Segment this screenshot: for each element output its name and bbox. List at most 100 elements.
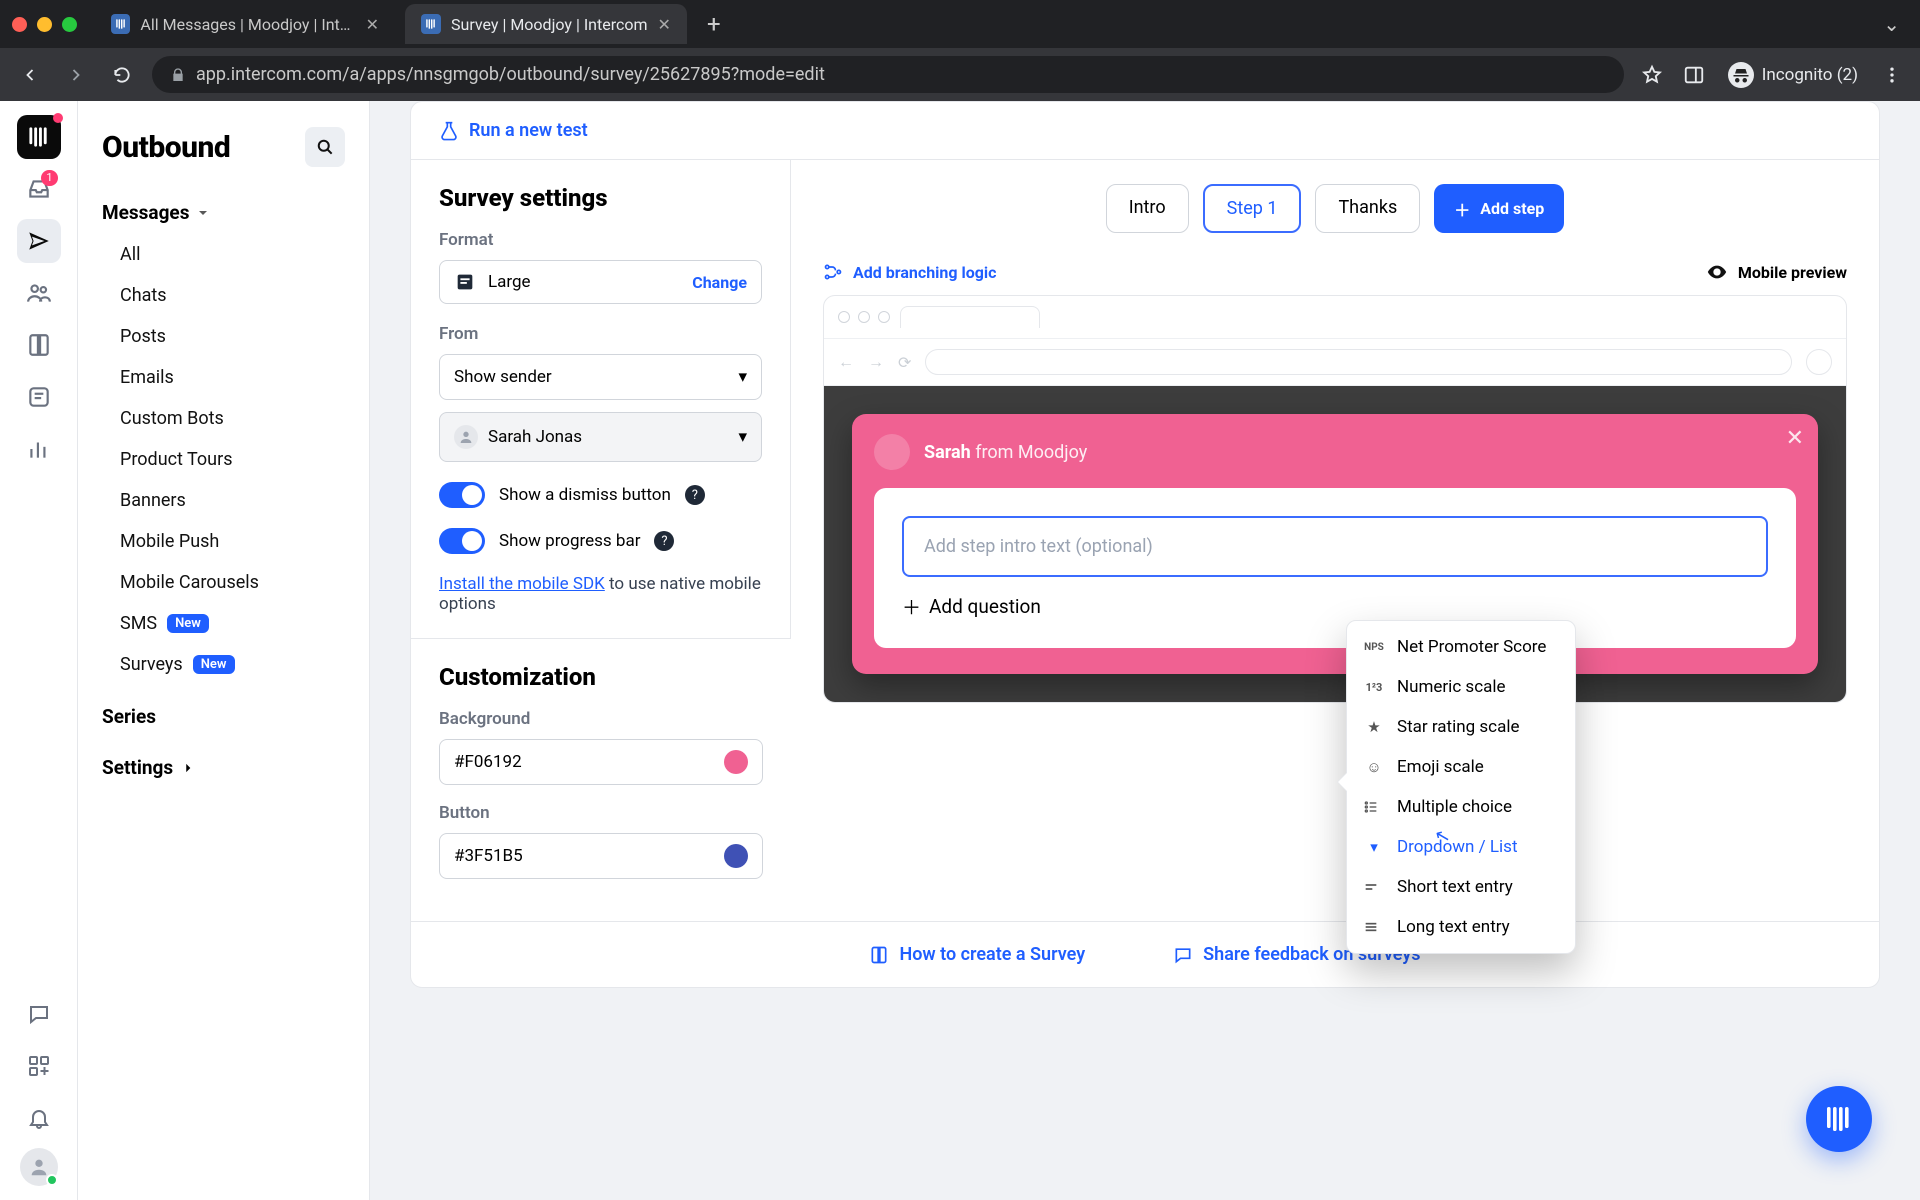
- tab-close-icon[interactable]: ✕: [366, 15, 379, 34]
- mock-dot-icon: [878, 311, 890, 323]
- app-root: 1: [0, 101, 1920, 1200]
- q-type-label: Short text entry: [1397, 877, 1513, 897]
- tab-strip: All Messages | Moodjoy | Interc ✕ Survey…: [0, 0, 1920, 48]
- howto-link[interactable]: How to create a Survey: [869, 944, 1085, 965]
- q-type-numeric[interactable]: 1²3 Numeric scale: [1347, 667, 1575, 707]
- sidebar-item-product-tours[interactable]: Product Tours: [86, 439, 361, 480]
- background-color-field[interactable]: #F06192: [439, 739, 763, 785]
- sidebar-item-chats[interactable]: Chats: [86, 275, 361, 316]
- new-tab-button[interactable]: +: [697, 10, 731, 38]
- sender-select[interactable]: Sarah Jonas ▾: [439, 412, 762, 462]
- nav-reload-icon[interactable]: [106, 59, 138, 91]
- sidebar-link-label: Series: [102, 705, 156, 728]
- sender-name: Sarah: [924, 442, 971, 463]
- help-icon[interactable]: ?: [654, 531, 674, 551]
- step-thanks[interactable]: Thanks: [1315, 184, 1420, 233]
- sidebar-item-sms[interactable]: SMS New: [86, 603, 361, 644]
- rail-avatar[interactable]: [20, 1148, 58, 1186]
- eye-icon: [1706, 261, 1728, 283]
- show-sender-select[interactable]: Show sender ▾: [439, 354, 762, 400]
- help-icon[interactable]: ?: [685, 485, 705, 505]
- question-type-menu[interactable]: NPS Net Promoter Score 1²3 Numeric scale…: [1346, 620, 1576, 954]
- chevron-down-icon: ▾: [738, 367, 747, 387]
- panel-icon[interactable]: [1680, 61, 1708, 89]
- q-type-long-text[interactable]: Long text entry: [1347, 907, 1575, 947]
- nav-forward-icon[interactable]: [60, 59, 92, 91]
- sidebar-item-all[interactable]: All: [86, 234, 361, 275]
- rail-outbound[interactable]: [17, 219, 61, 263]
- window-close[interactable]: [12, 17, 27, 32]
- main-canvas: Run a new test Survey settings Format: [370, 101, 1920, 1200]
- browser-menu-icon[interactable]: [1878, 61, 1906, 89]
- rail-articles[interactable]: [17, 323, 61, 367]
- button-color-field[interactable]: #3F51B5: [439, 833, 763, 879]
- url-field[interactable]: app.intercom.com/a/apps/nnsgmgob/outboun…: [152, 56, 1624, 93]
- nav-rail: 1: [0, 101, 78, 1200]
- browser-tab-1[interactable]: Survey | Moodjoy | Intercom ✕: [405, 4, 687, 44]
- rail-notifications[interactable]: [17, 1096, 61, 1140]
- add-step-button[interactable]: ＋ Add step: [1434, 184, 1564, 233]
- q-type-dropdown[interactable]: ▾ Dropdown / List ↖: [1347, 827, 1575, 867]
- add-question-button[interactable]: ＋ Add question: [902, 593, 1768, 620]
- sidebar-settings[interactable]: Settings: [78, 742, 369, 793]
- browser-tab-0[interactable]: All Messages | Moodjoy | Interc ✕: [95, 4, 395, 44]
- step-1[interactable]: Step 1: [1203, 184, 1302, 233]
- lock-icon: [170, 67, 186, 83]
- sidebar-title: Outbound: [102, 130, 230, 165]
- customization-panel: Customization Background #F06192 Button …: [411, 638, 791, 921]
- sidebar-section-label: Messages: [102, 201, 189, 224]
- q-type-nps[interactable]: NPS Net Promoter Score: [1347, 627, 1575, 667]
- sidebar-series[interactable]: Series: [78, 691, 369, 742]
- messenger-fab[interactable]: [1806, 1086, 1872, 1152]
- rail-messenger[interactable]: [17, 992, 61, 1036]
- mock-tab: [900, 306, 1040, 328]
- q-type-short-text[interactable]: Short text entry: [1347, 867, 1575, 907]
- q-type-label: Net Promoter Score: [1397, 637, 1546, 657]
- sidebar-item-label: Custom Bots: [120, 408, 224, 429]
- branching-label: Add branching logic: [853, 263, 996, 282]
- sidebar-item-custom-bots[interactable]: Custom Bots: [86, 398, 361, 439]
- incognito-indicator[interactable]: Incognito (2): [1722, 62, 1864, 88]
- sidebar-item-surveys[interactable]: Surveys New: [86, 644, 361, 685]
- survey-close-icon[interactable]: ✕: [1786, 426, 1804, 451]
- tab-overflow-icon[interactable]: ⌄: [1875, 12, 1908, 36]
- run-test-link[interactable]: Run a new test: [439, 120, 588, 141]
- add-branching-link[interactable]: Add branching logic: [823, 262, 996, 282]
- sidebar-item-emails[interactable]: Emails: [86, 357, 361, 398]
- star-icon[interactable]: [1638, 61, 1666, 89]
- window-zoom[interactable]: [62, 17, 77, 32]
- step-intro[interactable]: Intro: [1106, 184, 1189, 233]
- sidebar-item-mobile-push[interactable]: Mobile Push: [86, 521, 361, 562]
- dismiss-toggle[interactable]: [439, 482, 485, 508]
- change-format-link[interactable]: Change: [692, 273, 747, 292]
- rail-contacts[interactable]: [17, 271, 61, 315]
- step-intro-input[interactable]: Add step intro text (optional): [902, 516, 1768, 577]
- new-pill: New: [193, 655, 235, 674]
- mobile-preview-toggle[interactable]: Mobile preview: [1706, 261, 1847, 283]
- sidebar-item-banners[interactable]: Banners: [86, 480, 361, 521]
- q-type-label: Star rating scale: [1397, 717, 1519, 737]
- rail-reports[interactable]: [17, 427, 61, 471]
- q-type-emoji[interactable]: ☺ Emoji scale: [1347, 747, 1575, 787]
- step-label: Step 1: [1227, 198, 1278, 219]
- sidebar-section-messages[interactable]: Messages: [78, 191, 369, 234]
- progress-toggle[interactable]: [439, 528, 485, 554]
- sidebar-item-posts[interactable]: Posts: [86, 316, 361, 357]
- rail-inbox[interactable]: 1: [17, 167, 61, 211]
- intercom-logo[interactable]: [17, 115, 61, 159]
- rail-operator[interactable]: [17, 375, 61, 419]
- nav-back-icon[interactable]: [14, 59, 46, 91]
- url-text: app.intercom.com/a/apps/nnsgmgob/outboun…: [196, 64, 825, 85]
- q-type-multiple-choice[interactable]: Multiple choice: [1347, 787, 1575, 827]
- rail-apps[interactable]: [17, 1044, 61, 1088]
- install-sdk-link[interactable]: Install the mobile SDK: [439, 574, 605, 594]
- editor: Survey settings Format Large Change: [411, 160, 1879, 921]
- run-test-row: Run a new test: [411, 102, 1879, 160]
- search-button[interactable]: [305, 127, 345, 167]
- background-label: Background: [439, 709, 763, 729]
- sidebar-item-mobile-carousels[interactable]: Mobile Carousels: [86, 562, 361, 603]
- plus-icon: ＋: [1454, 197, 1470, 221]
- q-type-star[interactable]: ★ Star rating scale: [1347, 707, 1575, 747]
- tab-close-icon[interactable]: ✕: [658, 15, 671, 34]
- window-minimize[interactable]: [37, 17, 52, 32]
